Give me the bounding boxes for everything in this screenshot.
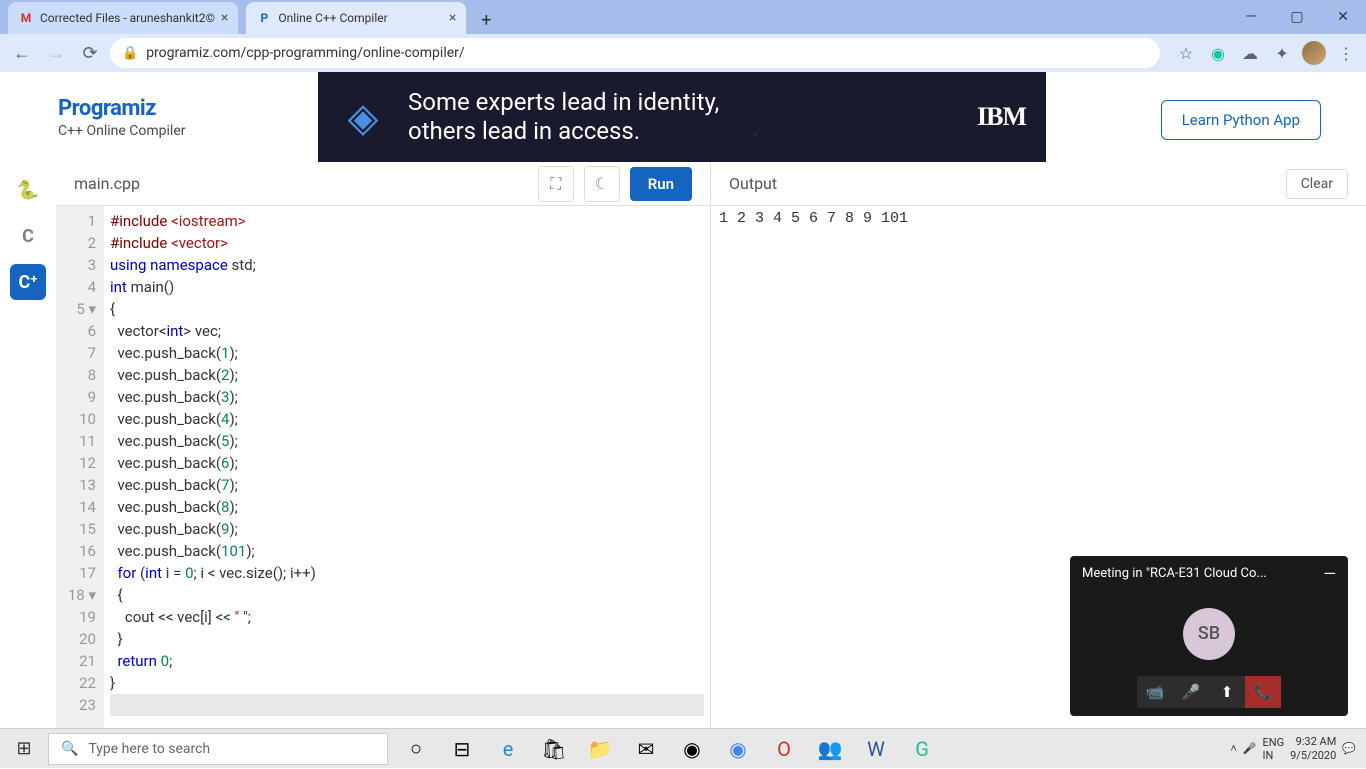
logo-subtitle: C++ Online Compiler <box>58 123 185 139</box>
browser-tab-gmail[interactable]: M Corrected Files - aruneshankit2© × <box>8 2 238 34</box>
search-icon: 🔍 <box>61 741 78 757</box>
theme-toggle-button[interactable]: ☾ <box>584 166 620 202</box>
profile-avatar[interactable] <box>1302 41 1326 65</box>
minimize-icon[interactable]: — <box>1324 564 1337 583</box>
ad-icon: ◈ <box>338 92 388 142</box>
close-icon[interactable]: × <box>449 10 456 26</box>
learn-python-button[interactable]: Learn Python App <box>1161 100 1321 140</box>
back-button[interactable]: ← <box>8 39 36 67</box>
tab-title: Corrected Files - aruneshankit2© <box>40 11 215 25</box>
clear-button[interactable]: Clear <box>1286 169 1348 199</box>
mic-tray-icon[interactable]: 🎤 <box>1243 742 1257 755</box>
explorer-icon[interactable]: 📁 <box>580 730 620 768</box>
output-label: Output <box>729 174 777 193</box>
tray-chevron-icon[interactable]: ˄ <box>1230 742 1236 755</box>
ibm-logo: IBM <box>977 102 1026 132</box>
gmail-icon: M <box>18 10 34 26</box>
teams-title: Meeting in "RCA-E31 Cloud Co... <box>1082 566 1267 581</box>
camera-off-icon[interactable]: 📹 <box>1137 676 1173 708</box>
cortana-icon[interactable]: ○ <box>396 730 436 768</box>
search-placeholder: Type here to search <box>88 741 210 757</box>
store-icon[interactable]: 🛍 <box>534 730 574 768</box>
opera-icon[interactable]: O <box>764 730 804 768</box>
fullscreen-button[interactable]: ⛶ <box>538 166 574 202</box>
close-window-button[interactable]: ✕ <box>1320 0 1366 34</box>
system-tray: ˄ 🎤 ENG IN 9:32 AM 9/5/2020 💬 <box>1230 735 1366 761</box>
logo-text: Programiz <box>58 96 185 121</box>
clock[interactable]: 9:32 AM 9/5/2020 <box>1290 735 1336 761</box>
taskview-icon[interactable]: ⊟ <box>442 730 482 768</box>
c-lang-icon[interactable]: C <box>10 218 46 254</box>
editor-panel: main.cpp ⛶ ☾ Run 12345 ▾6789101112131415… <box>56 162 710 728</box>
code-editor[interactable]: 12345 ▾6789101112131415161718 ▾192021222… <box>56 206 710 728</box>
participant-avatar: SB <box>1183 608 1235 660</box>
run-button[interactable]: Run <box>630 167 692 201</box>
page-header: Programiz C++ Online Compiler ◈ Some exp… <box>0 72 1366 162</box>
browser-titlebar: M Corrected Files - aruneshankit2© × P O… <box>0 0 1366 34</box>
start-button[interactable]: ⊞ <box>0 729 48 769</box>
url-text: programiz.com/cpp-programming/online-com… <box>146 45 465 61</box>
programiz-icon: P <box>256 10 272 26</box>
menu-icon[interactable]: ⋮ <box>1334 41 1358 65</box>
programiz-logo[interactable]: Programiz C++ Online Compiler <box>58 96 185 139</box>
line-gutter: 12345 ▾6789101112131415161718 ▾192021222… <box>56 206 104 728</box>
output-toolbar: Output Clear <box>711 162 1366 206</box>
grammarly-tb-icon[interactable]: G <box>902 730 942 768</box>
windows-taskbar: ⊞ 🔍 Type here to search ○ ⊟ e 🛍 📁 ✉ ◉ ◉ … <box>0 728 1366 768</box>
language-indicator[interactable]: ENG IN <box>1263 736 1285 762</box>
url-input[interactable]: 🔒 programiz.com/cpp-programming/online-c… <box>110 38 1160 68</box>
python-lang-icon[interactable]: 🐍 <box>10 172 46 208</box>
chromium-icon[interactable]: ◉ <box>718 730 758 768</box>
filename-label: main.cpp <box>74 174 140 193</box>
language-sidebar: 🐍 C C⁺ <box>0 162 56 728</box>
tab-title: Online C++ Compiler <box>278 11 387 25</box>
forward-button[interactable]: → <box>42 39 70 67</box>
close-icon[interactable]: × <box>221 10 228 26</box>
ad-text: Some experts lead in identity, others le… <box>408 88 719 146</box>
hangup-button[interactable]: 📞 <box>1245 676 1281 708</box>
maximize-button[interactable]: ▢ <box>1274 0 1320 34</box>
teams-controls: 📹 🎤 ⬆ 📞 <box>1070 676 1348 716</box>
mic-off-icon[interactable]: 🎤 <box>1173 676 1209 708</box>
notifications-icon[interactable]: 💬 <box>1342 742 1356 755</box>
teams-popup-header: Meeting in "RCA-E31 Cloud Co... — <box>1070 556 1348 591</box>
teams-meeting-popup[interactable]: Meeting in "RCA-E31 Cloud Co... — SB 📹 🎤… <box>1070 556 1348 716</box>
browser-tab-programiz[interactable]: P Online C++ Compiler × <box>246 2 466 34</box>
window-controls: — ▢ ✕ <box>1228 0 1366 34</box>
address-bar: ← → ⟳ 🔒 programiz.com/cpp-programming/on… <box>0 34 1366 72</box>
taskbar-search[interactable]: 🔍 Type here to search <box>48 733 388 765</box>
word-icon[interactable]: W <box>856 730 896 768</box>
star-icon[interactable]: ☆ <box>1174 41 1198 65</box>
teams-icon[interactable]: 👥 <box>810 730 850 768</box>
chrome-icon[interactable]: ◉ <box>672 730 712 768</box>
minimize-button[interactable]: — <box>1228 0 1274 34</box>
editor-toolbar: main.cpp ⛶ ☾ Run <box>56 162 710 206</box>
puzzle-icon[interactable]: ✦ <box>1270 41 1294 65</box>
extension-icon[interactable]: ☁ <box>1238 41 1262 65</box>
code-body[interactable]: #include <iostream>#include <vector>usin… <box>104 206 710 728</box>
extensions: ☆ ◉ ☁ ✦ ⋮ <box>1174 41 1358 65</box>
new-tab-button[interactable]: + <box>472 6 500 34</box>
lock-icon: 🔒 <box>122 46 138 61</box>
cpp-lang-icon[interactable]: C⁺ <box>10 264 46 300</box>
ie-icon[interactable]: e <box>488 730 528 768</box>
share-icon[interactable]: ⬆ <box>1209 676 1245 708</box>
taskbar-apps: ○ ⊟ e 🛍 📁 ✉ ◉ ◉ O 👥 W G <box>396 729 942 769</box>
grammarly-icon[interactable]: ◉ <box>1206 41 1230 65</box>
teams-body: SB <box>1070 591 1348 676</box>
ad-banner[interactable]: ◈ Some experts lead in identity, others … <box>318 72 1046 162</box>
mail-icon[interactable]: ✉ <box>626 730 666 768</box>
page-content: Programiz C++ Online Compiler ◈ Some exp… <box>0 72 1366 728</box>
reload-button[interactable]: ⟳ <box>76 39 104 67</box>
